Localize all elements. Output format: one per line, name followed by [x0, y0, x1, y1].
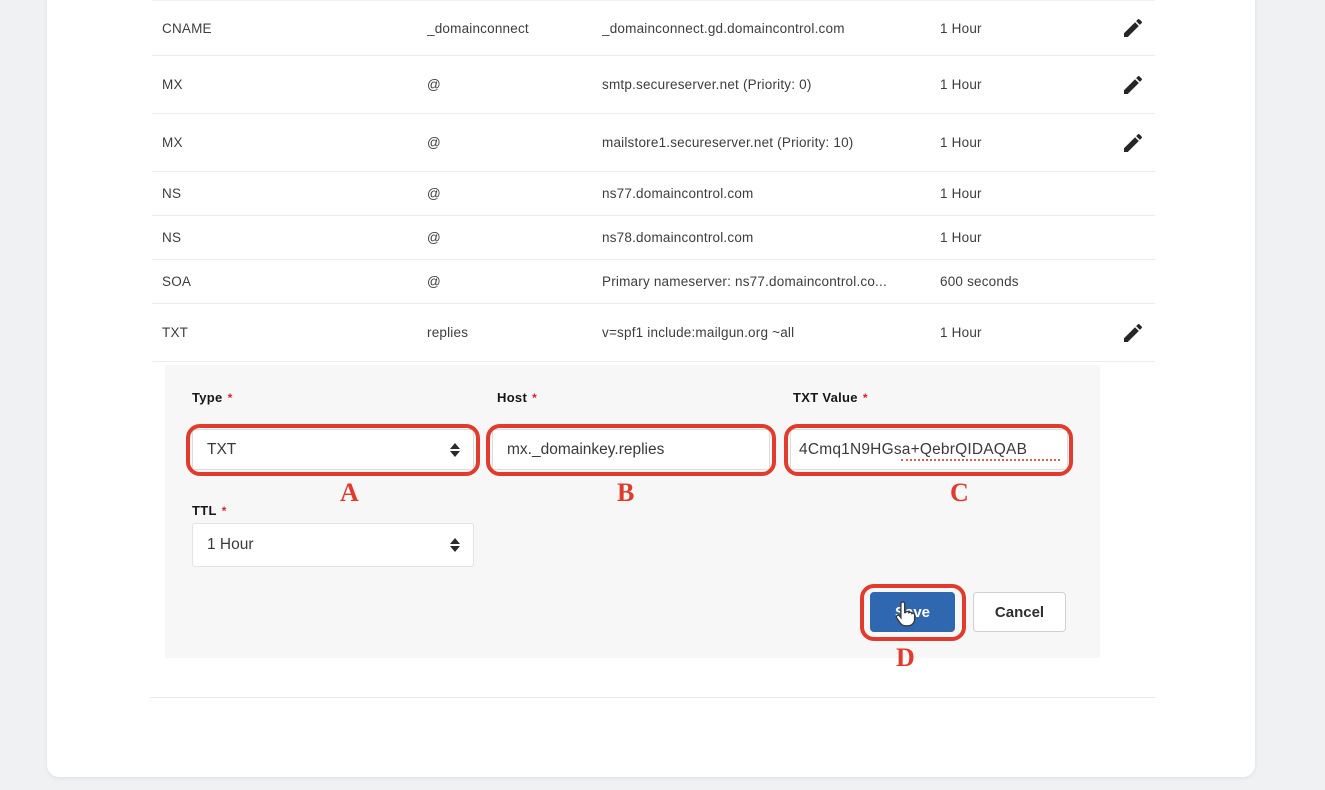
record-value-cell: ns78.domaincontrol.com	[602, 230, 940, 245]
record-name-cell: @	[427, 230, 602, 245]
ttl-select-value: 1 Hour	[207, 536, 254, 554]
ttl-select[interactable]: 1 Hour	[192, 523, 474, 567]
pencil-icon	[1121, 73, 1147, 97]
edit-record-button[interactable]	[1121, 130, 1147, 156]
pencil-icon	[1121, 131, 1147, 155]
record-type-cell: SOA	[152, 274, 427, 289]
record-ttl-cell: 1 Hour	[940, 230, 1120, 245]
txt-value-label: TXT Value*	[793, 390, 868, 405]
edit-record-button[interactable]	[1121, 15, 1147, 41]
record-ttl-cell: 1 Hour	[940, 135, 1120, 150]
record-name-cell: replies	[427, 325, 602, 340]
record-type-cell: NS	[152, 186, 427, 201]
record-type-cell: CNAME	[152, 21, 427, 36]
record-ttl-cell: 1 Hour	[940, 325, 1120, 340]
table-row: MX @ smtp.secureserver.net (Priority: 0)…	[152, 56, 1155, 114]
txt-value-input-value: 4Cmq1N9HGsa+QebrQIDAQAB	[799, 441, 1027, 459]
record-name-cell: @	[427, 186, 602, 201]
type-select-value: TXT	[207, 441, 236, 459]
host-label: Host*	[497, 390, 537, 405]
host-input[interactable]: mx._domainkey.replies	[492, 429, 770, 470]
type-label: Type*	[192, 390, 233, 405]
record-name-cell: @	[427, 135, 602, 150]
record-name-cell: @	[427, 274, 602, 289]
type-select[interactable]: TXT	[192, 429, 474, 470]
record-name-cell: _domainconnect	[427, 21, 602, 36]
table-row: CNAME _domainconnect _domainconnect.gd.d…	[152, 0, 1155, 56]
save-button[interactable]: Save	[870, 592, 955, 632]
required-asterisk: *	[532, 391, 537, 405]
required-asterisk: *	[222, 504, 227, 518]
record-value-cell: Primary nameserver: ns77.domaincontrol.c…	[602, 274, 940, 289]
select-updown-icon	[450, 443, 460, 457]
pencil-icon	[1121, 321, 1147, 345]
record-name-cell: @	[427, 77, 602, 92]
required-asterisk: *	[228, 391, 233, 405]
pencil-icon	[1121, 16, 1147, 40]
ttl-label: TTL*	[192, 503, 227, 518]
record-value-cell: v=spf1 include:mailgun.org ~all	[602, 325, 940, 340]
required-asterisk: *	[863, 391, 868, 405]
record-ttl-cell: 1 Hour	[940, 77, 1120, 92]
txt-value-input[interactable]: 4Cmq1N9HGsa+QebrQIDAQAB	[790, 429, 1068, 470]
record-ttl-cell: 1 Hour	[940, 186, 1120, 201]
table-row: SOA @ Primary nameserver: ns77.domaincon…	[152, 260, 1155, 304]
edit-record-button[interactable]	[1121, 72, 1147, 98]
record-ttl-cell: 1 Hour	[940, 21, 1120, 36]
section-divider	[150, 697, 1155, 698]
record-value-cell: mailstore1.secureserver.net (Priority: 1…	[602, 135, 940, 150]
table-row: NS @ ns78.domaincontrol.com 1 Hour	[152, 216, 1155, 260]
table-row: TXT replies v=spf1 include:mailgun.org ~…	[152, 304, 1155, 362]
cancel-button[interactable]: Cancel	[973, 592, 1066, 632]
host-input-value: mx._domainkey.replies	[507, 441, 664, 459]
spellcheck-underline	[901, 459, 1060, 461]
record-type-cell: TXT	[152, 325, 427, 340]
record-value-cell: ns77.domaincontrol.com	[602, 186, 940, 201]
dns-records-table: CNAME _domainconnect _domainconnect.gd.d…	[152, 0, 1155, 362]
select-updown-icon	[450, 538, 460, 552]
record-type-cell: MX	[152, 135, 427, 150]
record-value-cell: _domainconnect.gd.domaincontrol.com	[602, 21, 940, 36]
edit-record-form	[165, 365, 1100, 658]
record-ttl-cell: 600 seconds	[940, 274, 1120, 289]
edit-record-button[interactable]	[1121, 320, 1147, 346]
table-row: NS @ ns77.domaincontrol.com 1 Hour	[152, 172, 1155, 216]
table-row: MX @ mailstore1.secureserver.net (Priori…	[152, 114, 1155, 172]
record-value-cell: smtp.secureserver.net (Priority: 0)	[602, 77, 940, 92]
record-type-cell: MX	[152, 77, 427, 92]
record-type-cell: NS	[152, 230, 427, 245]
